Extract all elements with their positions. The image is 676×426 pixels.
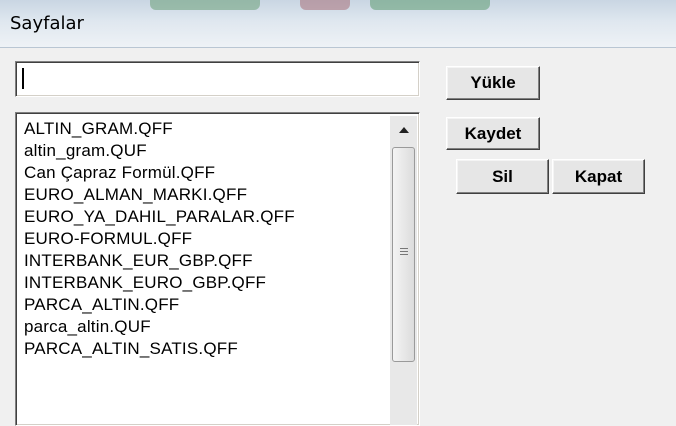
- load-button[interactable]: Yükle: [446, 66, 540, 100]
- list-item[interactable]: parca_altin.QUF: [24, 316, 387, 338]
- list-item[interactable]: PARCA_ALTIN.QFF: [24, 294, 387, 316]
- list-item[interactable]: INTERBANK_EURO_GBP.QFF: [24, 272, 387, 294]
- list-item[interactable]: EURO-FORMUL.QFF: [24, 228, 387, 250]
- delete-button[interactable]: Sil: [456, 159, 549, 194]
- vertical-scrollbar[interactable]: [390, 116, 417, 425]
- list-item[interactable]: PARCA_ALTIN_SATIS.QFF: [24, 338, 387, 360]
- list-item[interactable]: Can Çapraz Formül.QFF: [24, 162, 387, 184]
- window-title: Sayfalar: [10, 13, 84, 34]
- title-glow: [150, 0, 260, 10]
- list-item[interactable]: ALTIN_GRAM.QFF: [24, 118, 387, 140]
- title-bar[interactable]: Sayfalar: [0, 0, 676, 48]
- scrollbar-thumb[interactable]: [392, 147, 415, 362]
- scroll-grip-icon: [400, 248, 408, 257]
- close-button[interactable]: Kapat: [552, 159, 645, 194]
- list-item[interactable]: EURO_YA_DAHIL_PARALAR.QFF: [24, 206, 387, 228]
- list-item[interactable]: altin_gram.QUF: [24, 140, 387, 162]
- text-caret: [22, 68, 24, 89]
- title-glow: [300, 0, 350, 10]
- save-button[interactable]: Kaydet: [446, 117, 540, 150]
- list-item[interactable]: EURO_ALMAN_MARKI.QFF: [24, 184, 387, 206]
- chevron-up-icon[interactable]: [390, 116, 417, 143]
- title-glow: [370, 0, 490, 10]
- list-item[interactable]: INTERBANK_EUR_GBP.QFF: [24, 250, 387, 272]
- file-list: ALTIN_GRAM.QFF altin_gram.QUF Can Çapraz…: [24, 118, 387, 360]
- file-name-input[interactable]: [15, 61, 420, 97]
- file-listbox[interactable]: ALTIN_GRAM.QFF altin_gram.QUF Can Çapraz…: [15, 112, 420, 426]
